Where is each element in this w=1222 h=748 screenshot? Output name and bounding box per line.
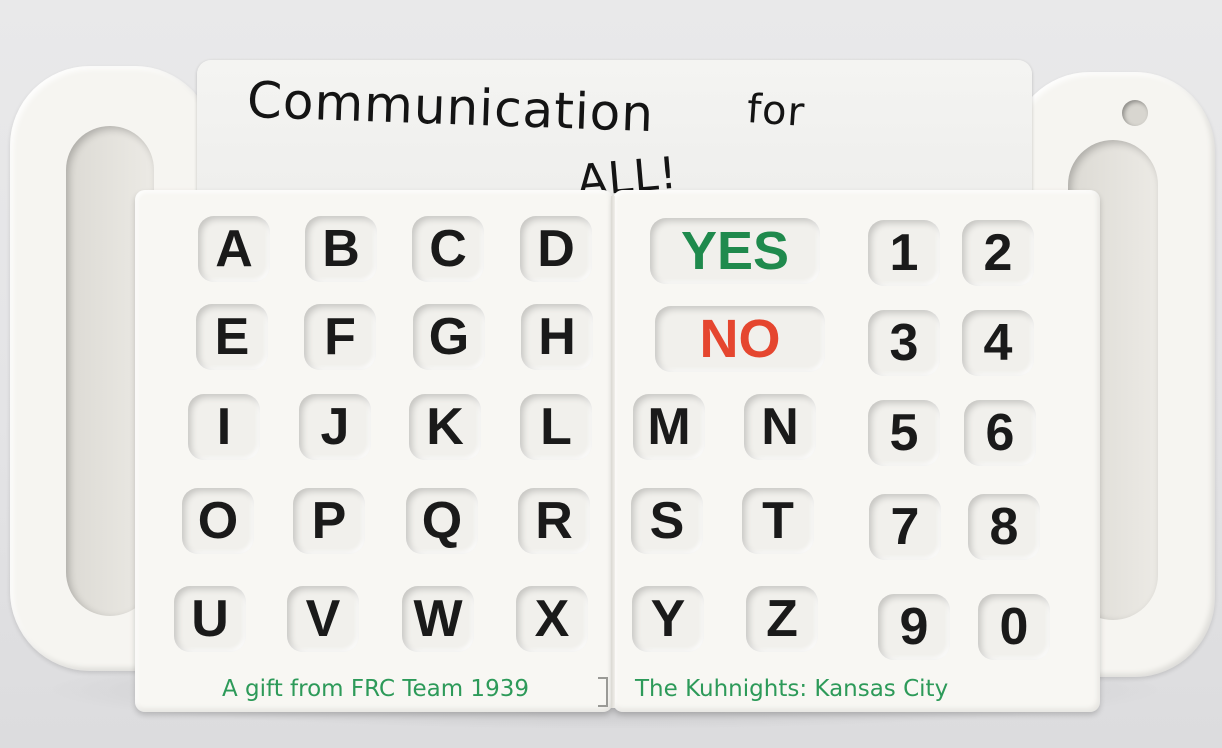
key-label: L [540,398,572,456]
key-label: F [324,308,356,366]
key-y[interactable]: Y [632,586,704,652]
key-label: U [191,590,229,648]
key-label: 5 [889,404,919,462]
key-u[interactable]: U [174,586,246,652]
key-z[interactable]: Z [746,586,818,652]
key-e[interactable]: E [196,304,268,370]
key-k[interactable]: K [409,394,481,460]
hinge-seam [611,196,615,708]
key-4[interactable]: 4 [962,310,1034,376]
key-label: I [216,398,232,456]
key-label: 3 [889,314,919,372]
key-label: D [537,220,575,278]
key-r[interactable]: R [518,488,590,554]
key-label: 9 [899,598,929,656]
key-label: 6 [985,404,1015,462]
key-label: G [428,308,470,366]
key-label: 4 [983,314,1013,372]
key-label: 0 [999,598,1029,656]
key-o[interactable]: O [182,488,254,554]
key-label: 2 [983,224,1013,282]
key-l[interactable]: L [520,394,592,460]
key-label: P [311,492,347,550]
key-x[interactable]: X [516,586,588,652]
key-t[interactable]: T [742,488,814,554]
key-0[interactable]: 0 [978,594,1050,660]
key-label: K [426,398,464,456]
hinge-bracket [598,677,608,707]
key-c[interactable]: C [412,216,484,282]
key-label: H [538,308,576,366]
key-j[interactable]: J [299,394,371,460]
key-yes[interactable]: YES [650,218,820,284]
footer-gift-text: A gift from FRC Team 1939 [222,676,529,702]
key-label: V [305,590,341,648]
key-1[interactable]: 1 [868,220,940,286]
key-label: R [535,492,573,550]
key-label: J [320,398,350,456]
key-b[interactable]: B [305,216,377,282]
key-8[interactable]: 8 [968,494,1040,560]
key-5[interactable]: 5 [868,400,940,466]
footer-team-text: The Kuhnights: Kansas City [635,676,949,702]
key-h[interactable]: H [521,304,593,370]
key-v[interactable]: V [287,586,359,652]
key-a[interactable]: A [198,216,270,282]
key-label: W [413,590,463,648]
key-label: Z [766,590,798,648]
key-label: B [322,220,360,278]
handwritten-for: for [745,86,807,136]
key-s[interactable]: S [631,488,703,554]
hanging-hole [1122,100,1148,126]
key-9[interactable]: 9 [878,594,950,660]
key-label: A [215,220,253,278]
key-label: YES [680,221,790,281]
key-label: Q [421,492,463,550]
key-label: C [429,220,467,278]
key-label: S [649,492,685,550]
key-f[interactable]: F [304,304,376,370]
key-2[interactable]: 2 [962,220,1034,286]
key-6[interactable]: 6 [964,400,1036,466]
whiteboard-insert: Communication for ALL! [197,60,1032,210]
key-q[interactable]: Q [406,488,478,554]
key-n[interactable]: N [744,394,816,460]
key-no[interactable]: NO [655,306,825,372]
key-label: NO [699,309,781,369]
key-i[interactable]: I [188,394,260,460]
key-label: M [647,398,691,456]
key-g[interactable]: G [413,304,485,370]
key-label: 7 [890,498,920,556]
key-label: 1 [889,224,919,282]
key-3[interactable]: 3 [868,310,940,376]
key-label: T [762,492,794,550]
key-w[interactable]: W [402,586,474,652]
key-label: 8 [989,498,1019,556]
key-m[interactable]: M [633,394,705,460]
key-7[interactable]: 7 [869,494,941,560]
key-label: O [197,492,239,550]
key-label: Y [650,590,686,648]
key-d[interactable]: D [520,216,592,282]
key-p[interactable]: P [293,488,365,554]
key-label: N [761,398,799,456]
handwritten-communication: Communication [246,70,655,144]
key-label: E [214,308,250,366]
key-label: X [534,590,570,648]
